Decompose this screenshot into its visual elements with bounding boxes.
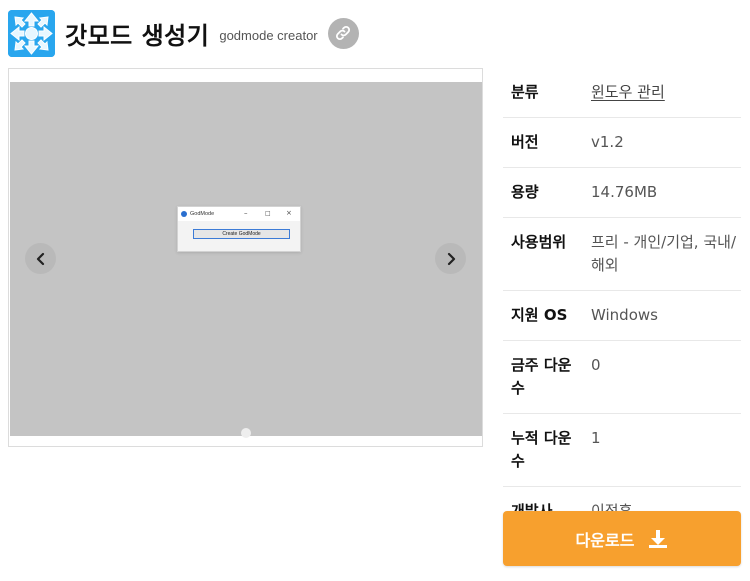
info-row-total-downloads: 누적 다운수 1 [503, 414, 741, 487]
info-label: 버전 [511, 133, 539, 151]
info-row-os: 지원 OS Windows [503, 291, 741, 341]
info-row-weekly-downloads: 금주 다운수 0 [503, 341, 741, 414]
close-icon: × [286, 209, 292, 217]
info-value: 프리 - 개인/기업, 국내/해외 [591, 233, 736, 274]
minimize-icon: – [244, 209, 248, 217]
app-arrows-icon [8, 9, 55, 57]
screenshot-window-title: GodMode [190, 211, 215, 217]
info-label: 사용범위 [511, 233, 567, 251]
download-icon [649, 529, 668, 548]
chevron-left-icon [36, 252, 44, 265]
info-label: 용량 [511, 183, 539, 201]
carousel-prev-button[interactable] [25, 243, 56, 274]
info-label: 분류 [511, 83, 539, 101]
info-value: Windows [591, 306, 658, 324]
page-subtitle: godmode creator [219, 27, 318, 43]
info-row-size: 용량 14.76MB [503, 168, 741, 218]
screenshot-app-icon [181, 211, 187, 217]
screenshot-create-button: Create GodMode [193, 229, 290, 239]
link-icon [336, 25, 351, 41]
chevron-right-icon [447, 252, 455, 265]
screenshot-carousel: GodMode – □ × Create GodMode [8, 68, 483, 447]
app-header: 갓모드 생성기 godmode creator [8, 8, 359, 58]
info-row-license: 사용범위 프리 - 개인/기업, 국내/해외 [503, 218, 741, 291]
download-label: 다운로드 [575, 530, 635, 550]
copy-link-button[interactable] [327, 17, 359, 49]
info-value: 0 [591, 356, 601, 374]
screenshot-window-titlebar: GodMode [178, 207, 300, 221]
info-value: v1.2 [591, 133, 624, 151]
carousel-slide: GodMode – □ × Create GodMode [10, 82, 482, 436]
info-label: 지원 OS [511, 306, 568, 324]
info-value: 14.76MB [591, 183, 658, 201]
info-label: 금주 다운수 [511, 356, 572, 397]
info-row-category: 분류 윈도우 관리 [503, 68, 741, 118]
category-link[interactable]: 윈도우 관리 [591, 81, 741, 104]
screenshot-window: GodMode – □ × Create GodMode [177, 206, 301, 252]
carousel-dot[interactable] [241, 428, 251, 438]
page-title: 갓모드 생성기 [65, 21, 210, 50]
info-label: 누적 다운수 [511, 429, 572, 470]
info-value: 1 [591, 429, 601, 447]
info-table: 분류 윈도우 관리 버전 v1.2 용량 14.76MB 사용범위 프리 - 개… [503, 68, 741, 536]
download-button[interactable]: 다운로드 [503, 511, 741, 566]
carousel-next-button[interactable] [435, 243, 466, 274]
maximize-icon: □ [265, 210, 271, 217]
info-row-version: 버전 v1.2 [503, 118, 741, 168]
